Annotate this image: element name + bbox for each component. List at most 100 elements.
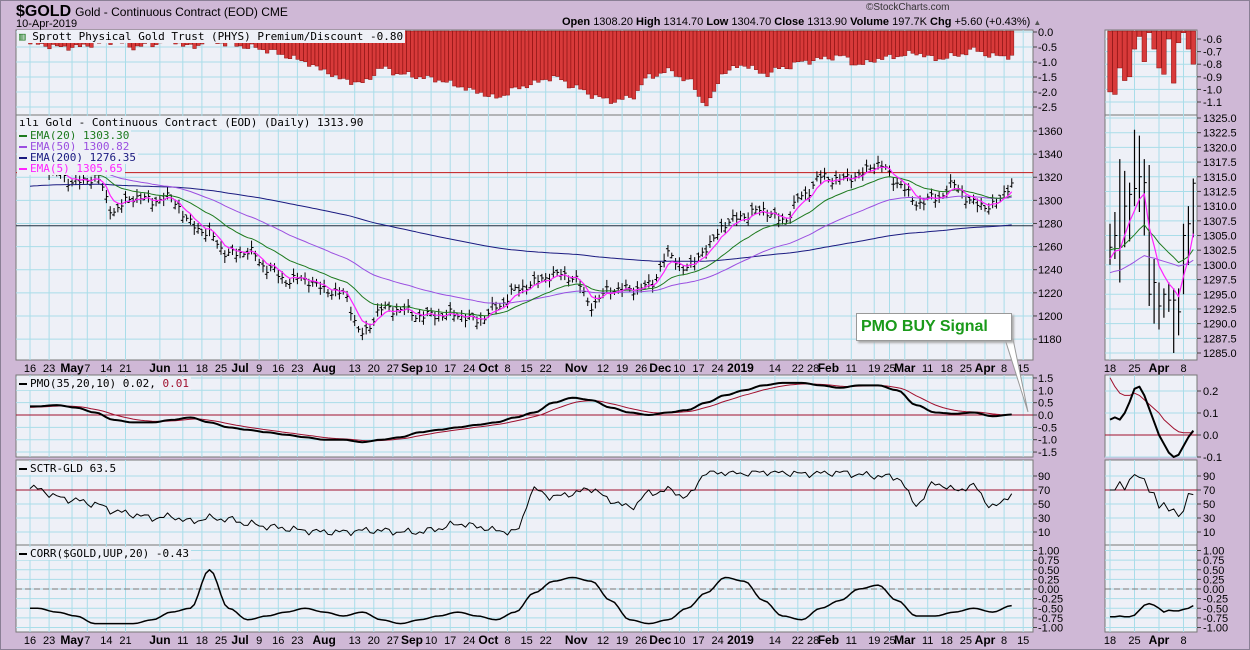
phys-bar [792,30,797,63]
pmo-buy-signal-annotation[interactable]: PMO BUY Signal [856,313,1012,341]
inset-x-tick-label: Apr [1149,633,1170,647]
inset-phys-bar [1146,30,1152,33]
x-tick-label: 23 [43,635,55,647]
phys-bar [517,30,522,90]
phys-bar [952,30,957,56]
phys-bar [490,30,495,95]
inset-price-y-label: 1297.5 [1203,275,1237,287]
phys-y-label: -1.0 [1038,57,1057,69]
phys-bar [887,30,892,55]
x-tick-label: 7 [84,363,90,375]
x-tick-label: 25 [215,363,227,375]
inset-phys-bar [1171,30,1177,84]
x-tick-label: 18 [941,363,953,375]
phys-bar [555,30,560,77]
phys-bar [696,30,701,97]
pmo-y-label: 1.5 [1038,373,1053,385]
x-tick-label: 20 [368,363,380,375]
phys-bar [1009,30,1015,56]
x-tick-label: 9 [256,635,262,647]
phys-bar [910,30,915,54]
x-tick-label: 11 [846,635,857,647]
price-label-text: Gold - Continuous Contract (EOD) (Daily)… [45,116,364,129]
x-tick-label: 17 [444,635,456,647]
price-y-label: 1300 [1038,195,1062,207]
ohlc-bars-icon: ılı [19,116,39,129]
phys-bar [635,30,640,91]
inset-pmo-y-label: 0.0 [1203,430,1218,442]
x-tick-label: Mar [894,633,916,647]
phys-bar [918,30,923,54]
pmo-y-label: -1.0 [1038,435,1057,447]
price-y-label: 1260 [1038,242,1062,254]
x-tick-label: 27 [387,363,399,375]
x-tick-label: 24 [711,363,723,375]
price-y-label: 1240 [1038,265,1062,277]
inset-phys-bar [1185,30,1191,50]
phys-bar [719,30,724,75]
x-tick-label: Nov [565,361,588,375]
phys-bar [956,30,961,57]
x-tick-label: 19 [616,635,628,647]
phys-bar [627,30,633,98]
phys-bar [662,30,667,73]
phys-bar [899,30,904,57]
legend-swatch [19,135,27,137]
x-tick-label: 10 [673,363,685,375]
phys-bar [670,30,675,72]
phys-bar [570,30,575,88]
phys-bar [948,30,953,54]
inset-x-tick-label: 18 [1104,363,1116,375]
phys-bar [868,30,873,62]
phys-bar [631,30,636,100]
x-tick-label: 11 [922,635,933,647]
sctr-y-label: 50 [1038,499,1050,511]
phys-bar [834,30,839,56]
price-y-label: 1280 [1038,218,1062,230]
phys-bar [417,30,422,78]
corr-y-label: -1.00 [1038,623,1063,635]
inset-price-y-label: 1307.5 [1203,216,1237,228]
legend-swatch [19,146,27,148]
x-tick-label: May [60,633,84,647]
inset-phys-bar [1107,30,1113,93]
phys-bar [788,30,793,70]
inset-phys-bar [1151,30,1157,50]
phys-bar [547,30,552,82]
phys-bar [960,30,965,55]
x-tick-label: 19 [616,363,628,375]
phys-bar [685,30,690,80]
phys-label-text: Sprott Physical Gold Trust (PHYS) Premiu… [32,30,404,43]
phys-bar [612,30,617,103]
price-y-label: 1360 [1038,126,1062,138]
inset-phys-bar [1161,30,1167,75]
phys-y-label: -0.5 [1038,42,1057,54]
x-tick-label: 11 [177,363,188,375]
phys-bar [532,30,537,81]
inset-phys-y-label: -0.7 [1203,47,1222,59]
inset-sctr-y-label: 30 [1203,513,1215,525]
x-tick-label: 9 [256,363,262,375]
phys-bar [807,30,812,65]
phys-bar [616,30,621,100]
pmo-panel-label: PMO(35,20,10) 0.02, 0.01 [17,377,191,390]
inset-pmo-y-label: 0.2 [1203,386,1218,398]
inset-price-y-label: 1290.0 [1203,319,1237,331]
ema5-text: EMA(5) 1305.65 [30,162,123,175]
x-tick-label: 14 [769,635,781,647]
phys-bar [524,30,529,89]
phys-bar [509,30,514,89]
phys-bar [414,30,419,79]
sctr-y-label: 70 [1038,485,1050,497]
inset-price-y-label: 1325.0 [1203,113,1237,125]
x-tick-label: Aug [312,361,335,375]
x-tick-label: 20 [368,635,380,647]
inset-x-tick-label: 18 [1104,635,1116,647]
phys-bar [536,30,541,83]
inset-phys-bar [1166,30,1172,40]
phys-bar [727,30,732,71]
phys-bar [444,30,449,83]
x-tick-label: 12 [597,363,609,375]
phys-bar [501,30,507,96]
phys-bar [410,30,415,78]
